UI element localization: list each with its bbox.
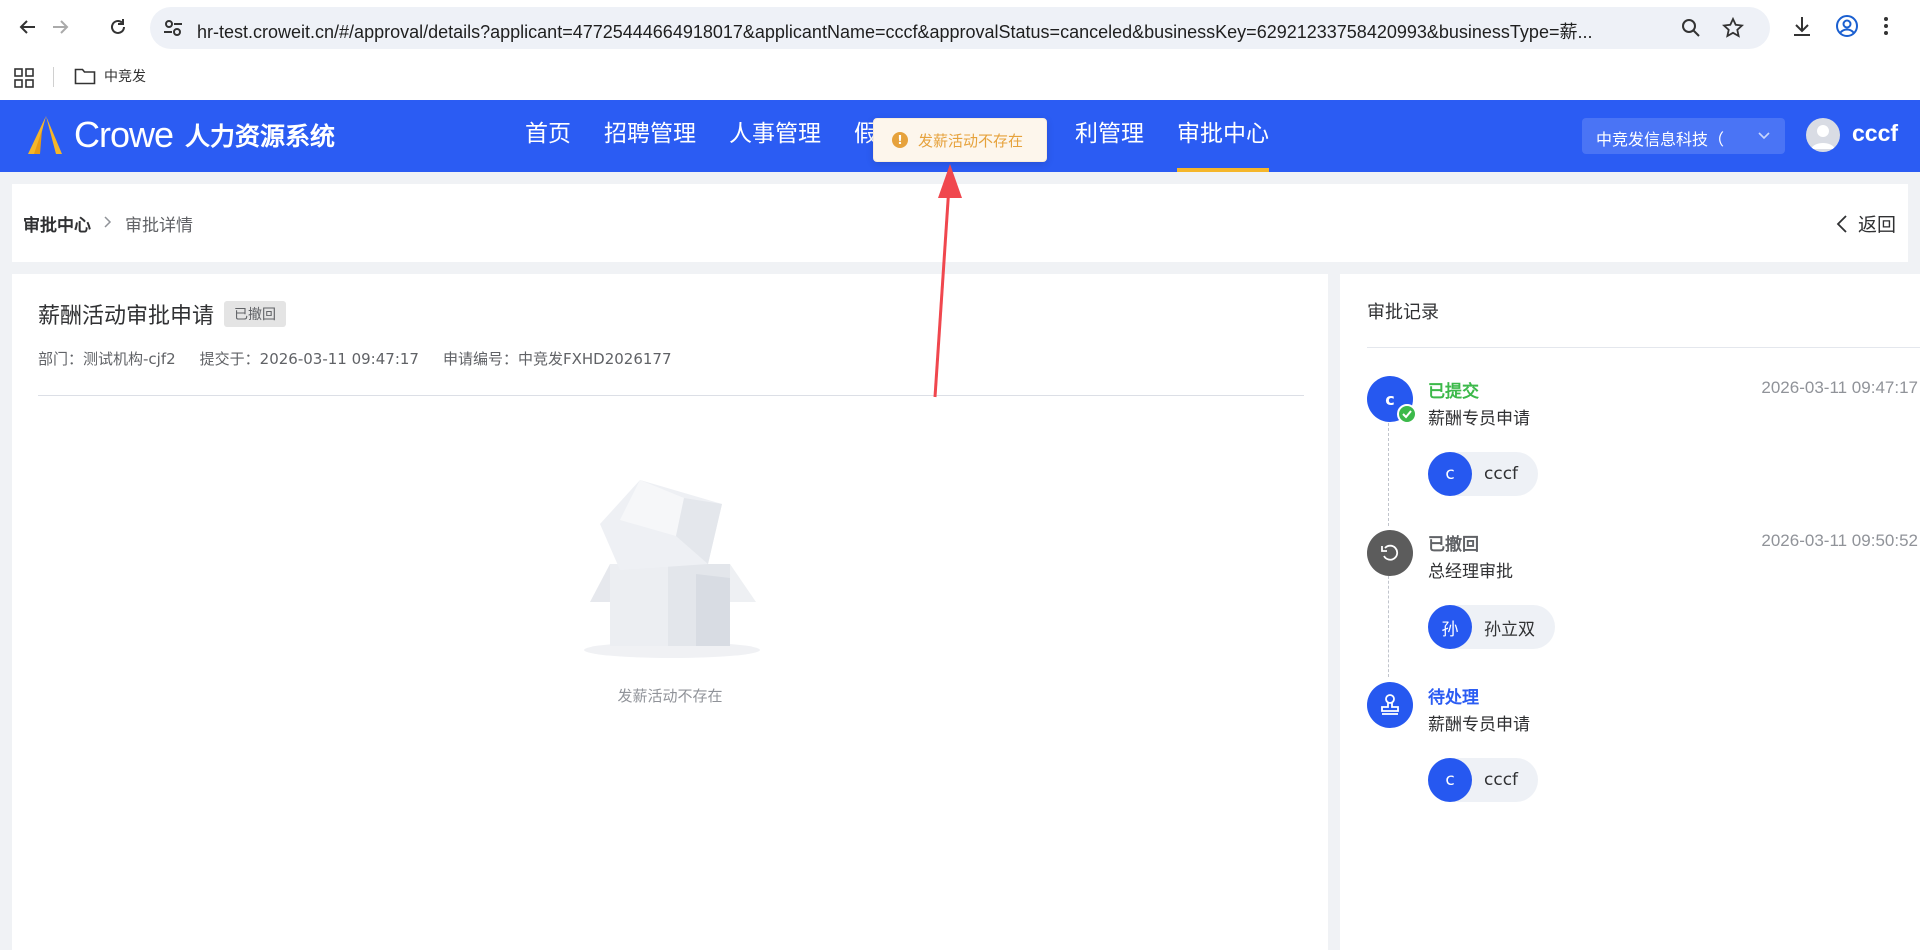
avatar: c [1428, 452, 1472, 496]
record-status: 待处理 [1428, 688, 1479, 708]
url-text[interactable]: hr-test.croweit.cn/#/approval/details?ap… [197, 18, 1662, 44]
bookmark-folder[interactable]: 中竞发 [74, 66, 146, 86]
bookmark-separator [53, 67, 54, 87]
submitted-time: 提交于：2026-03-11 09:47:17 [199, 350, 419, 368]
record-step: 薪酬专员申请 [1428, 409, 1530, 429]
crowe-logo-icon [28, 116, 62, 154]
breadcrumb: 审批中心 审批详情 [23, 211, 193, 236]
user-chip[interactable]: c cccf [1428, 758, 1539, 802]
timeline-node: c [1367, 376, 1417, 424]
warning-icon: ! [892, 132, 908, 148]
nav-home[interactable]: 首页 [525, 100, 571, 172]
breadcrumb-current: 审批详情 [125, 216, 193, 236]
user-chip[interactable]: c cccf [1428, 452, 1539, 496]
nav-welfare[interactable]: 利管理 [1075, 100, 1144, 172]
bookmark-folder-label: 中竞发 [104, 69, 146, 85]
record-step: 总经理审批 [1428, 562, 1513, 582]
breadcrumb-root[interactable]: 审批中心 [23, 211, 91, 236]
meta-row: 部门：测试机构-cjf2 提交于：2026-03-11 09:47:17 申请编… [38, 348, 696, 369]
breadcrumb-bar: 审批中心 审批详情 返回 [12, 184, 1908, 262]
title-row: 薪酬活动审批申请 已撤回 [38, 298, 287, 330]
record-status: 已撤回 [1428, 535, 1479, 555]
empty-state-text: 发薪活动不存在 [617, 687, 723, 705]
site-settings-icon[interactable] [162, 17, 184, 43]
more-menu-icon[interactable] [1882, 14, 1890, 42]
logo-wordmark: Crowe [74, 114, 174, 155]
status-badge: 已撤回 [224, 301, 287, 327]
logo[interactable]: Crowe 人力资源系统 [22, 114, 335, 156]
browser-toolbar: hr-test.croweit.cn/#/approval/details?ap… [0, 0, 1920, 55]
user-chip[interactable]: 孙 孙立双 [1428, 605, 1555, 649]
approval-records-panel: 审批记录 c 已提交 薪酬专员申请 2026-03-11 09:47:17 c … [1340, 274, 1920, 950]
record-time: 2026-03-11 09:47:17 [1761, 378, 1918, 397]
department-text: 部门：测试机构-cjf2 [38, 350, 176, 368]
back-label: 返回 [1857, 214, 1896, 236]
company-select[interactable]: 中竞发信息科技（ [1582, 118, 1785, 154]
page-title: 薪酬活动审批申请 [38, 304, 215, 329]
timeline-connector [1388, 571, 1389, 677]
divider [1367, 347, 1920, 348]
divider [38, 395, 1304, 396]
download-icon[interactable] [1790, 14, 1814, 42]
timeline-node [1367, 530, 1413, 576]
toast-message: 发薪活动不存在 [918, 131, 1024, 150]
nav-approval-center[interactable]: 审批中心 [1177, 100, 1269, 172]
nav-personnel[interactable]: 人事管理 [729, 100, 821, 172]
record-status: 已提交 [1428, 382, 1479, 402]
chevron-right-icon [103, 215, 113, 233]
user-name: cccf [1484, 770, 1519, 790]
warning-toast: ! 发薪活动不存在 [873, 118, 1047, 162]
records-title: 审批记录 [1367, 302, 1439, 323]
undo-icon [1381, 544, 1399, 561]
forward-arrow-icon[interactable] [46, 13, 74, 41]
username[interactable]: cccf [1852, 120, 1898, 147]
address-bar[interactable]: hr-test.croweit.cn/#/approval/details?ap… [150, 7, 1770, 49]
user-name: cccf [1484, 464, 1519, 484]
avatar: c [1428, 758, 1472, 802]
timeline-connector [1388, 418, 1389, 526]
chevron-left-icon [1836, 214, 1847, 233]
zoom-icon[interactable] [1680, 17, 1702, 43]
check-icon [1397, 404, 1417, 424]
application-number: 申请编号：中竞发FXHD2026177 [442, 350, 672, 368]
record-time: 2026-03-11 09:50:52 [1761, 531, 1918, 550]
user-name: 孙立双 [1484, 619, 1535, 640]
reload-icon[interactable] [104, 13, 132, 41]
stamp-icon [1381, 694, 1399, 715]
bookmarks-bar: 中竞发 [0, 55, 1920, 100]
approval-detail-card: 薪酬活动审批申请 已撤回 部门：测试机构-cjf2 提交于：2026-03-11… [12, 274, 1328, 950]
empty-box-icon [580, 474, 770, 668]
profile-icon[interactable] [1835, 14, 1859, 42]
chevron-down-icon [1757, 127, 1771, 146]
record-step: 薪酬专员申请 [1428, 715, 1530, 735]
avatar: 孙 [1428, 605, 1472, 649]
timeline-node [1367, 682, 1413, 728]
company-select-value: 中竞发信息科技（ [1596, 130, 1725, 149]
bookmark-star-icon[interactable] [1721, 16, 1745, 43]
node-label: c [1385, 389, 1395, 409]
system-name: 人力资源系统 [185, 122, 336, 151]
back-button[interactable]: 返回 [1836, 210, 1896, 237]
apps-grid-icon[interactable] [14, 68, 34, 92]
user-avatar[interactable] [1806, 118, 1840, 152]
folder-icon [74, 68, 96, 85]
back-arrow-icon[interactable] [14, 13, 42, 41]
nav-recruitment[interactable]: 招聘管理 [604, 100, 696, 172]
